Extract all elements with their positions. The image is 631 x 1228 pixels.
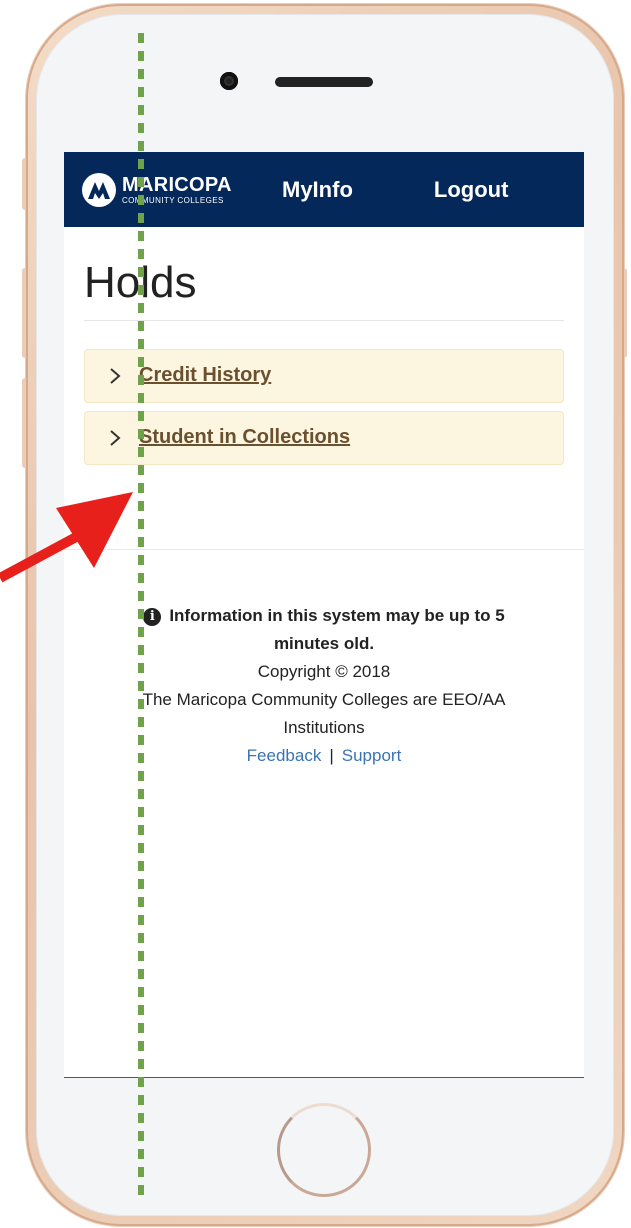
hold-item-credit-history[interactable]: Credit History <box>84 348 564 403</box>
feedback-link[interactable]: Feedback <box>247 746 322 765</box>
chevron-right-icon[interactable] <box>109 430 121 446</box>
holds-list: Credit History Student in Collections <box>84 348 564 465</box>
phone-camera <box>220 72 238 90</box>
chevron-right-icon[interactable] <box>109 368 121 384</box>
footer-notice-text: Information in this system may be up to … <box>169 605 505 653</box>
phone-home-button[interactable] <box>277 1103 371 1197</box>
maricopa-logo-icon <box>82 172 116 207</box>
support-link[interactable]: Support <box>342 746 402 765</box>
tutorial-screenshot: MARICOPA COMMUNITY COLLEGES MyInfo Logou… <box>0 0 631 1228</box>
hold-link-credit-history[interactable]: Credit History <box>139 364 271 387</box>
page-title: Holds <box>84 257 564 321</box>
footer-link-separator: | <box>329 745 334 765</box>
info-circle-icon: i <box>143 607 162 626</box>
nav-myinfo-link[interactable]: MyInfo <box>282 177 353 203</box>
hold-link-student-in-collections[interactable]: Student in Collections <box>139 426 350 449</box>
brand-logo[interactable]: MARICOPA COMMUNITY COLLEGES <box>82 172 257 207</box>
hold-item-student-in-collections[interactable]: Student in Collections <box>84 410 564 465</box>
annotation-dashed-guide-line <box>138 33 144 1203</box>
phone-speaker <box>275 77 373 87</box>
nav-logout-link[interactable]: Logout <box>434 177 509 203</box>
annotation-arrow-icon <box>0 492 133 583</box>
